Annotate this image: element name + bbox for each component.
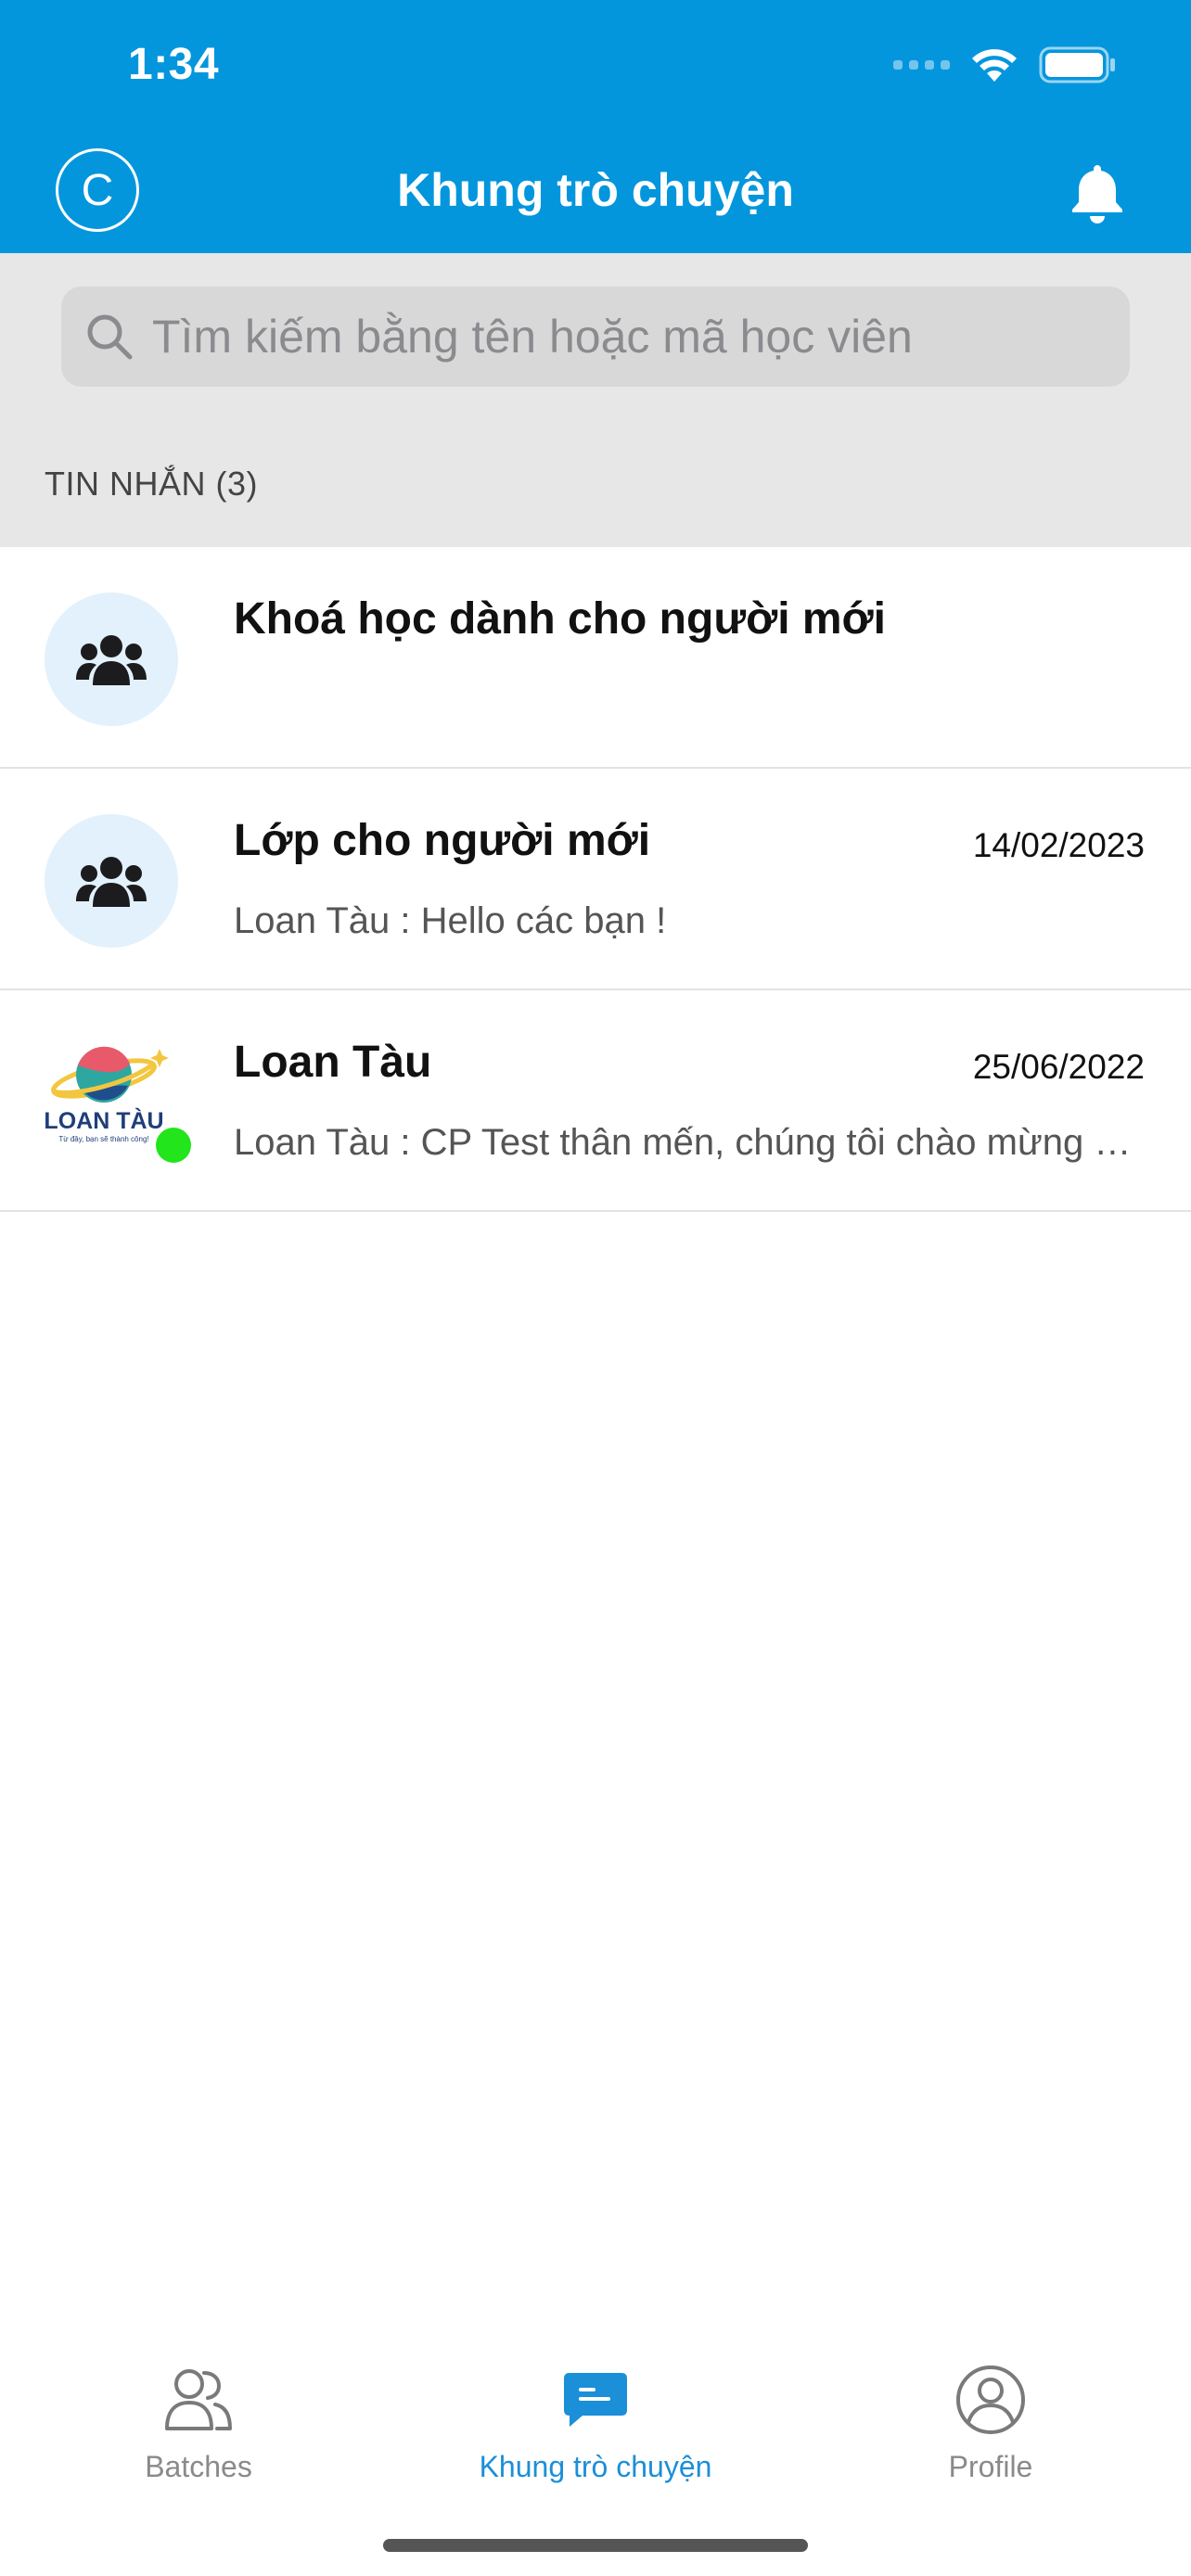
status-time: 1:34	[128, 40, 220, 89]
search-input[interactable]	[150, 309, 1119, 364]
conversation-item[interactable]: LOAN TÀU Từ đây, bạn sẽ thành công! Loan …	[0, 990, 1191, 1212]
conversation-preview: Loan Tàu : CP Test thân mến, chúng tôi c…	[234, 1122, 1143, 1163]
home-indicator[interactable]	[383, 2539, 808, 2552]
conversation-name: Loan Tàu	[234, 1038, 432, 1087]
logo-tagline: Từ đây, bạn sẽ thành công!	[58, 1135, 148, 1143]
tab-batches[interactable]: Batches	[59, 2363, 338, 2484]
search-section: TIN NHẮN (3)	[0, 253, 1191, 547]
tab-chat[interactable]: Khung trò chuyện	[456, 2363, 735, 2484]
battery-icon	[1039, 46, 1115, 83]
conversation-name: Khoá học dành cho người mới	[234, 594, 887, 644]
batches-icon	[161, 2363, 236, 2437]
conversation-date: 14/02/2023	[972, 826, 1145, 864]
conversation-date: 25/06/2022	[972, 1048, 1145, 1086]
conversation-item[interactable]: Khoá học dành cho người mới	[0, 547, 1191, 769]
notification-button[interactable]	[1065, 159, 1130, 226]
page-title: Khung trò chuyện	[397, 164, 794, 216]
cellular-signal-icon	[893, 60, 950, 70]
wifi-icon	[972, 49, 1017, 82]
conversation-list: Khoá học dành cho người mới Lớp cho ngườ…	[0, 547, 1191, 1212]
bell-icon	[1072, 165, 1122, 223]
bottom-tab-bar: Batches Khung trò chuyện Profile	[0, 2318, 1191, 2576]
group-avatar	[45, 814, 178, 948]
messages-section-label: TIN NHẮN (3)	[45, 465, 258, 503]
online-status-dot	[156, 1128, 191, 1163]
tab-profile[interactable]: Profile	[852, 2363, 1130, 2484]
conversation-item[interactable]: Lớp cho người mới 14/02/2023 Loan Tàu : …	[0, 769, 1191, 990]
profile-icon	[954, 2363, 1028, 2437]
tab-label: Khung trò chuyện	[479, 2450, 712, 2483]
search-icon	[82, 309, 137, 364]
group-icon	[76, 635, 147, 685]
group-avatar	[45, 593, 178, 726]
logo-wordmark: LOAN TÀU	[45, 1107, 164, 1134]
top-app-bar: 1:34 C Khung trò chuyện	[0, 0, 1191, 253]
search-bar[interactable]	[61, 287, 1130, 387]
chat-icon	[558, 2363, 633, 2437]
status-indicators	[893, 46, 1117, 83]
conversation-preview: Loan Tàu : Hello các bạn !	[234, 900, 667, 941]
tab-label: Profile	[948, 2450, 1033, 2483]
group-icon	[76, 857, 147, 907]
tab-label: Batches	[145, 2450, 252, 2483]
conversation-name: Lớp cho người mới	[234, 816, 651, 865]
